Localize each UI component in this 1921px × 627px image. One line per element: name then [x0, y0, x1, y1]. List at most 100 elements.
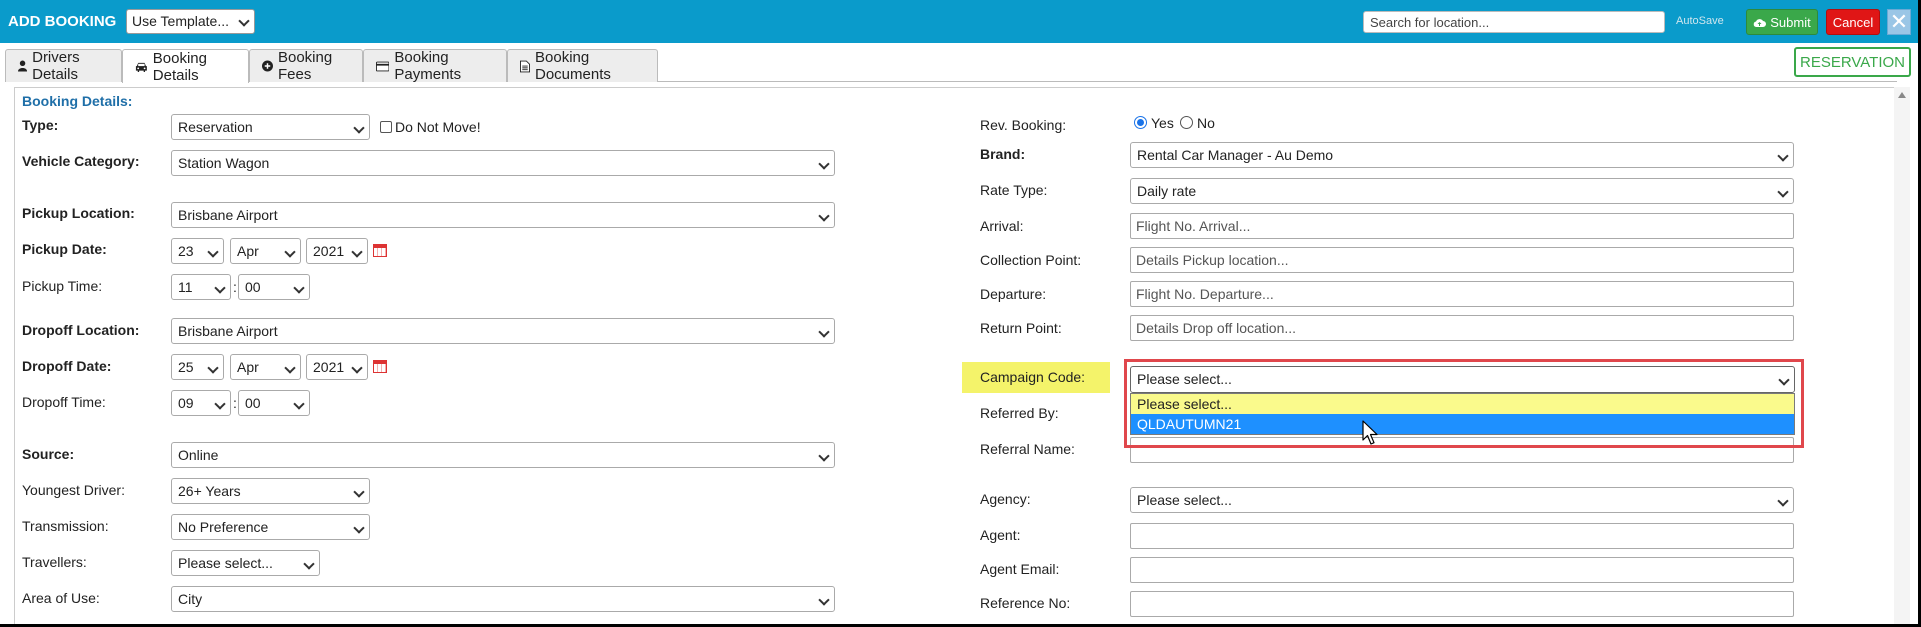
rate-type-select[interactable]: Daily rate [1130, 178, 1794, 204]
youngest-driver-label: Youngest Driver: [22, 482, 125, 498]
dropoff-hour-select[interactable]: 09 [171, 390, 231, 416]
vehicle-category-select[interactable]: Station Wagon [171, 150, 835, 176]
pickup-month-value: Apr [237, 243, 259, 259]
chevron-down-icon [818, 594, 830, 606]
chevron-down-icon [303, 558, 315, 570]
dropoff-location-select[interactable]: Brisbane Airport [171, 318, 835, 344]
area-of-use-value: City [178, 591, 203, 607]
cancel-button[interactable]: Cancel [1826, 9, 1880, 35]
chevron-down-icon [207, 246, 219, 258]
return-point-label: Return Point: [980, 320, 1062, 336]
transmission-label: Transmission: [22, 518, 109, 534]
dropoff-year-select[interactable]: 2021 [306, 354, 368, 380]
reference-no-label: Reference No: [980, 595, 1071, 611]
vehicle-category-value: Station Wagon [178, 155, 270, 171]
arrival-input[interactable] [1130, 213, 1794, 239]
scroll-up-arrow-icon[interactable] [1898, 92, 1906, 98]
dropoff-day-value: 25 [178, 359, 194, 375]
source-select[interactable]: Online [171, 442, 835, 468]
referral-name-label: Referral Name: [980, 441, 1075, 457]
pickup-year-select[interactable]: 2021 [306, 238, 368, 264]
chevron-down-icon [1777, 495, 1789, 507]
tab-booking-payments[interactable]: Booking Payments [363, 49, 507, 83]
dropoff-minute-select[interactable]: 00 [238, 390, 310, 416]
agent-input[interactable] [1130, 523, 1794, 549]
do-not-move-label: Do Not Move! [395, 119, 481, 135]
pickup-location-select[interactable]: Brisbane Airport [171, 202, 835, 228]
chevron-down-icon [214, 398, 226, 410]
tab-label: Drivers Details [32, 49, 80, 83]
scrollbar[interactable] [1894, 87, 1910, 624]
pickup-month-select[interactable]: Apr [230, 238, 301, 264]
chevron-down-icon [1777, 186, 1789, 198]
autosave-label[interactable]: AutoSave [1676, 15, 1724, 27]
chevron-down-icon [351, 362, 363, 374]
chevron-down-icon [238, 15, 250, 27]
rev-booking-yes-label: Yes [1151, 115, 1174, 131]
type-label: Type: [22, 117, 59, 133]
pickup-time-label: Pickup Time: [22, 278, 103, 294]
dropoff-minute-value: 00 [245, 395, 261, 411]
close-button[interactable]: ✕ [1887, 9, 1911, 35]
brand-select[interactable]: Rental Car Manager - Au Demo [1130, 142, 1794, 168]
time-separator: : [233, 395, 237, 411]
pickup-day-select[interactable]: 23 [171, 238, 224, 264]
travellers-select[interactable]: Please select... [171, 550, 320, 576]
rev-booking-yes-radio[interactable] [1134, 116, 1147, 129]
referred-by-label: Referred By: [980, 405, 1059, 421]
area-of-use-select[interactable]: City [171, 586, 835, 612]
agency-select[interactable]: Please select... [1130, 487, 1794, 513]
chevron-down-icon [207, 362, 219, 374]
dropoff-date-label: Dropoff Date: [22, 358, 112, 374]
status-badge: RESERVATION [1794, 47, 1911, 77]
location-search-input[interactable] [1363, 11, 1665, 33]
transmission-select[interactable]: No Preference [171, 514, 370, 540]
rev-booking-label: Rev. Booking: [980, 117, 1067, 133]
pickup-minute-value: 00 [245, 279, 261, 295]
chevron-down-icon [351, 246, 363, 258]
type-select[interactable]: Reservation [171, 114, 370, 140]
reference-no-input[interactable] [1130, 591, 1794, 617]
do-not-move-checkbox[interactable] [380, 121, 392, 133]
header-bar: ADD BOOKING Use Template... AutoSave Sub… [0, 0, 1918, 43]
agent-email-label: Agent Email: [980, 561, 1060, 577]
tab-drivers-details[interactable]: Drivers Details [5, 49, 122, 83]
plus-circle-icon [262, 60, 273, 72]
pickup-hour-value: 11 [178, 279, 193, 295]
close-icon: ✕ [1889, 9, 1909, 34]
chevron-down-icon [818, 210, 830, 222]
chevron-down-icon [284, 362, 296, 374]
dropoff-hour-value: 09 [178, 395, 194, 411]
submit-button[interactable]: Submit [1746, 9, 1818, 35]
tab-booking-details[interactable]: Booking Details [122, 49, 249, 84]
area-of-use-label: Area of Use: [22, 590, 100, 606]
pickup-hour-select[interactable]: 11 [171, 274, 231, 300]
chevron-down-icon [353, 522, 365, 534]
agent-email-input[interactable] [1130, 557, 1794, 583]
tab-booking-fees[interactable]: Booking Fees [249, 49, 363, 83]
departure-input[interactable] [1130, 281, 1794, 307]
dropoff-calendar-icon[interactable] [373, 360, 387, 373]
use-template-select[interactable]: Use Template... [126, 9, 255, 34]
use-template-label: Use Template... [132, 13, 230, 29]
tab-booking-documents[interactable]: Booking Documents [507, 49, 658, 83]
collection-point-input[interactable] [1130, 247, 1794, 273]
car-icon [135, 62, 147, 72]
pickup-minute-select[interactable]: 00 [238, 274, 310, 300]
tab-label: Booking Details [152, 49, 207, 84]
dropoff-day-select[interactable]: 25 [171, 354, 224, 380]
highlight-annotation-box [1124, 359, 1804, 448]
rev-booking-no-radio[interactable] [1180, 116, 1193, 129]
chevron-down-icon [293, 398, 305, 410]
return-point-input[interactable] [1130, 315, 1794, 341]
pickup-calendar-icon[interactable] [373, 244, 387, 257]
dropoff-month-select[interactable]: Apr [230, 354, 301, 380]
chevron-down-icon [284, 246, 296, 258]
time-separator: : [233, 279, 237, 295]
pickup-date-label: Pickup Date: [22, 241, 107, 257]
agency-label: Agency: [980, 491, 1031, 507]
youngest-driver-select[interactable]: 26+ Years [171, 478, 370, 504]
credit-card-icon [376, 61, 390, 71]
campaign-code-label: Campaign Code: [980, 369, 1086, 385]
pickup-location-label: Pickup Location: [22, 205, 135, 221]
